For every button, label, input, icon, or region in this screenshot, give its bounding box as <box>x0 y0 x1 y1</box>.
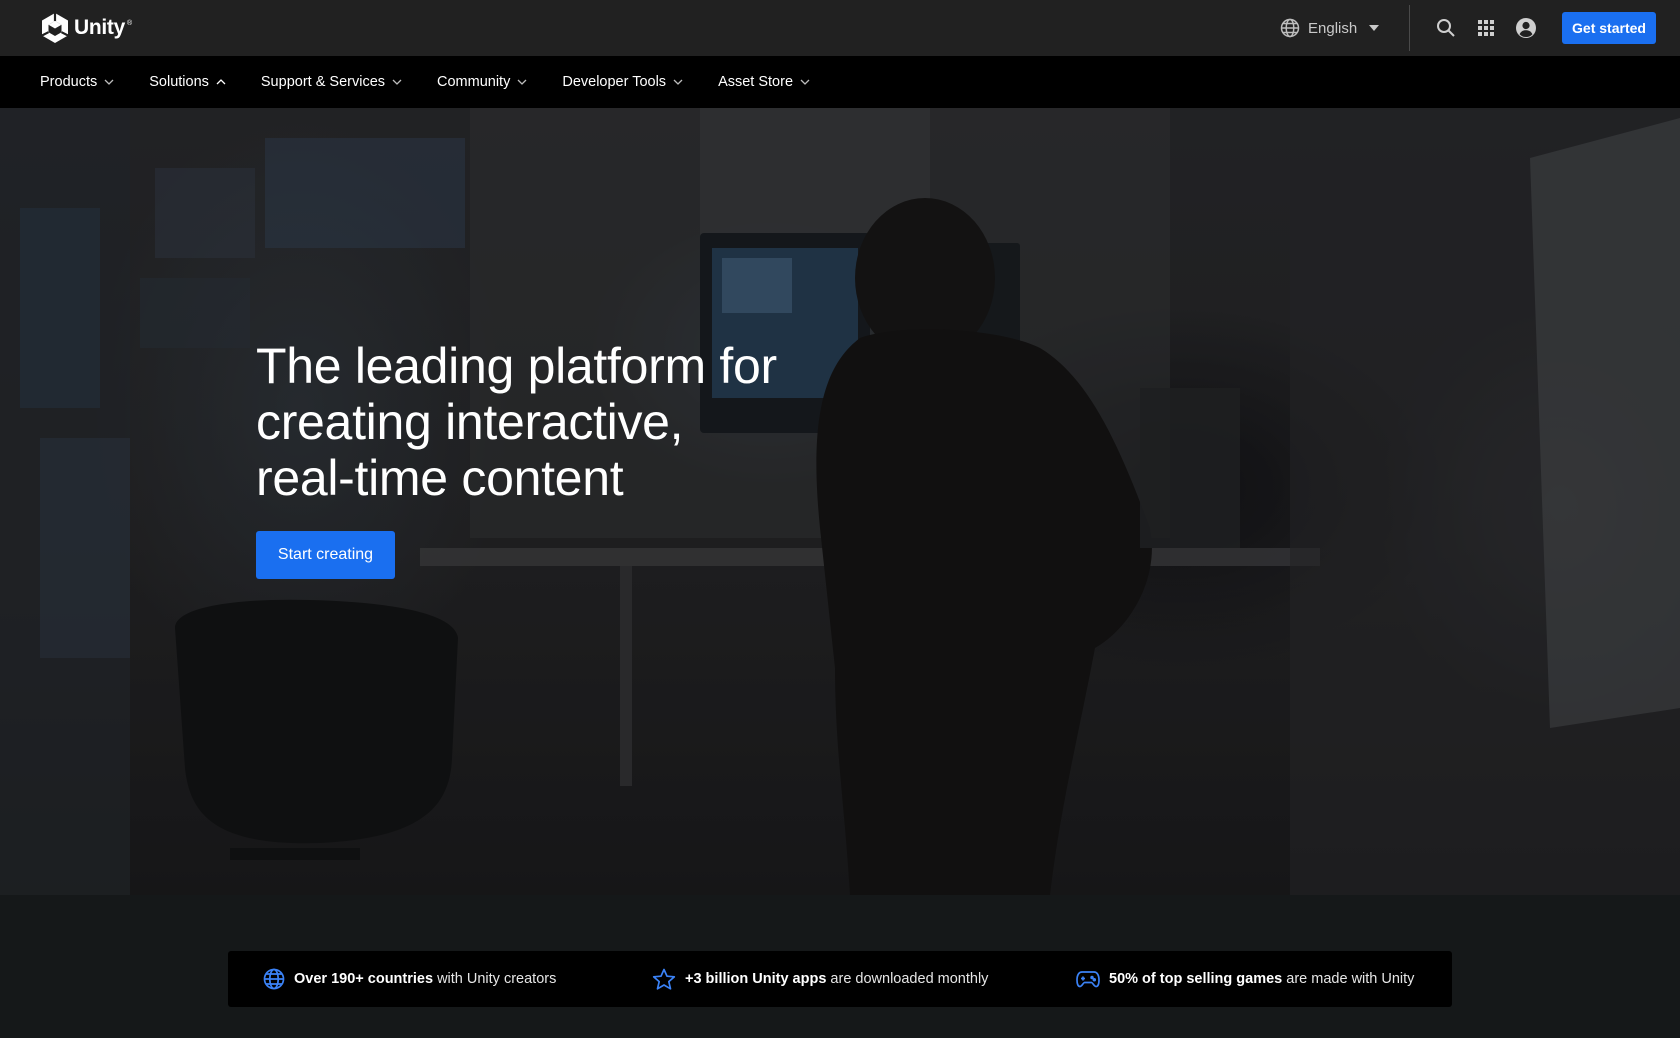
search-icon <box>1437 19 1455 37</box>
nav-item-label: Asset Store <box>718 74 794 90</box>
stat-rest: with Unity creators <box>433 971 557 987</box>
globe-icon <box>1280 18 1300 38</box>
chevron-down-icon <box>800 79 810 85</box>
nav-item-label: Products <box>40 74 98 90</box>
stat-apps: +3 billion Unity apps are downloaded mon… <box>652 951 988 1007</box>
chevron-down-icon <box>673 79 683 85</box>
star-icon <box>652 968 676 990</box>
stat-rest: are made with Unity <box>1282 971 1415 987</box>
chevron-up-icon <box>216 79 226 85</box>
hero-title-line-3: real-time content <box>256 450 624 506</box>
hero-section: The leading platform for creating intera… <box>0 108 1680 895</box>
header-divider <box>1409 5 1410 51</box>
stat-bold: +3 billion Unity apps <box>685 971 827 987</box>
chevron-down-icon <box>392 79 402 85</box>
nav-items: Products Solutions Support & Services Co… <box>40 56 845 108</box>
search-button[interactable] <box>1434 16 1458 40</box>
nav-item-community[interactable]: Community <box>437 74 527 90</box>
top-bar: Unity ® English Get started <box>0 0 1680 56</box>
logo-registered-mark: ® <box>127 20 133 27</box>
account-icon <box>1516 18 1536 38</box>
start-creating-button[interactable]: Start creating <box>256 531 395 579</box>
logo-text: Unity <box>74 16 126 39</box>
nav-item-label: Solutions <box>149 74 209 90</box>
stats-bar: Over 190+ countries with Unity creators … <box>228 951 1452 1007</box>
stat-countries: Over 190+ countries with Unity creators <box>263 951 556 1007</box>
get-started-button[interactable]: Get started <box>1562 12 1656 44</box>
apps-button[interactable] <box>1474 16 1498 40</box>
caret-down-icon <box>1369 25 1380 31</box>
nav-item-asset-store[interactable]: Asset Store <box>718 74 810 90</box>
stat-bold: Over 190+ countries <box>294 971 434 987</box>
globe-icon <box>263 968 285 990</box>
language-selector[interactable]: English <box>1280 16 1380 40</box>
nav-item-developer-tools[interactable]: Developer Tools <box>562 74 683 90</box>
stat-bold: 50% of top selling games <box>1109 971 1283 987</box>
main-nav: Products Solutions Support & Services Co… <box>0 56 1680 108</box>
nav-item-products[interactable]: Products <box>40 74 114 90</box>
stat-rest: are downloaded monthly <box>826 971 989 987</box>
language-label: English <box>1308 19 1358 37</box>
stat-text: +3 billion Unity apps are downloaded mon… <box>685 971 988 987</box>
chevron-down-icon <box>517 79 527 85</box>
apps-grid-icon <box>1478 20 1494 36</box>
nav-item-solutions[interactable]: Solutions <box>149 74 226 90</box>
unity-cube-icon <box>41 13 69 43</box>
hero-title-line-1: The leading platform for <box>256 338 777 394</box>
nav-item-label: Community <box>437 74 511 90</box>
unity-logo[interactable]: Unity ® <box>40 12 132 44</box>
stat-text: 50% of top selling games are made with U… <box>1109 971 1414 987</box>
nav-item-label: Support & Services <box>260 74 386 90</box>
chevron-down-icon <box>104 79 114 85</box>
stat-games: 50% of top selling games are made with U… <box>1076 951 1414 1007</box>
hero-title: The leading platform for creating intera… <box>256 338 896 506</box>
gamepad-icon <box>1076 971 1100 988</box>
nav-item-support-services[interactable]: Support & Services <box>261 74 402 90</box>
stat-text: Over 190+ countries with Unity creators <box>294 971 556 987</box>
account-button[interactable] <box>1514 16 1538 40</box>
hero-title-line-2: creating interactive, <box>256 394 684 450</box>
nav-item-label: Developer Tools <box>562 74 667 90</box>
